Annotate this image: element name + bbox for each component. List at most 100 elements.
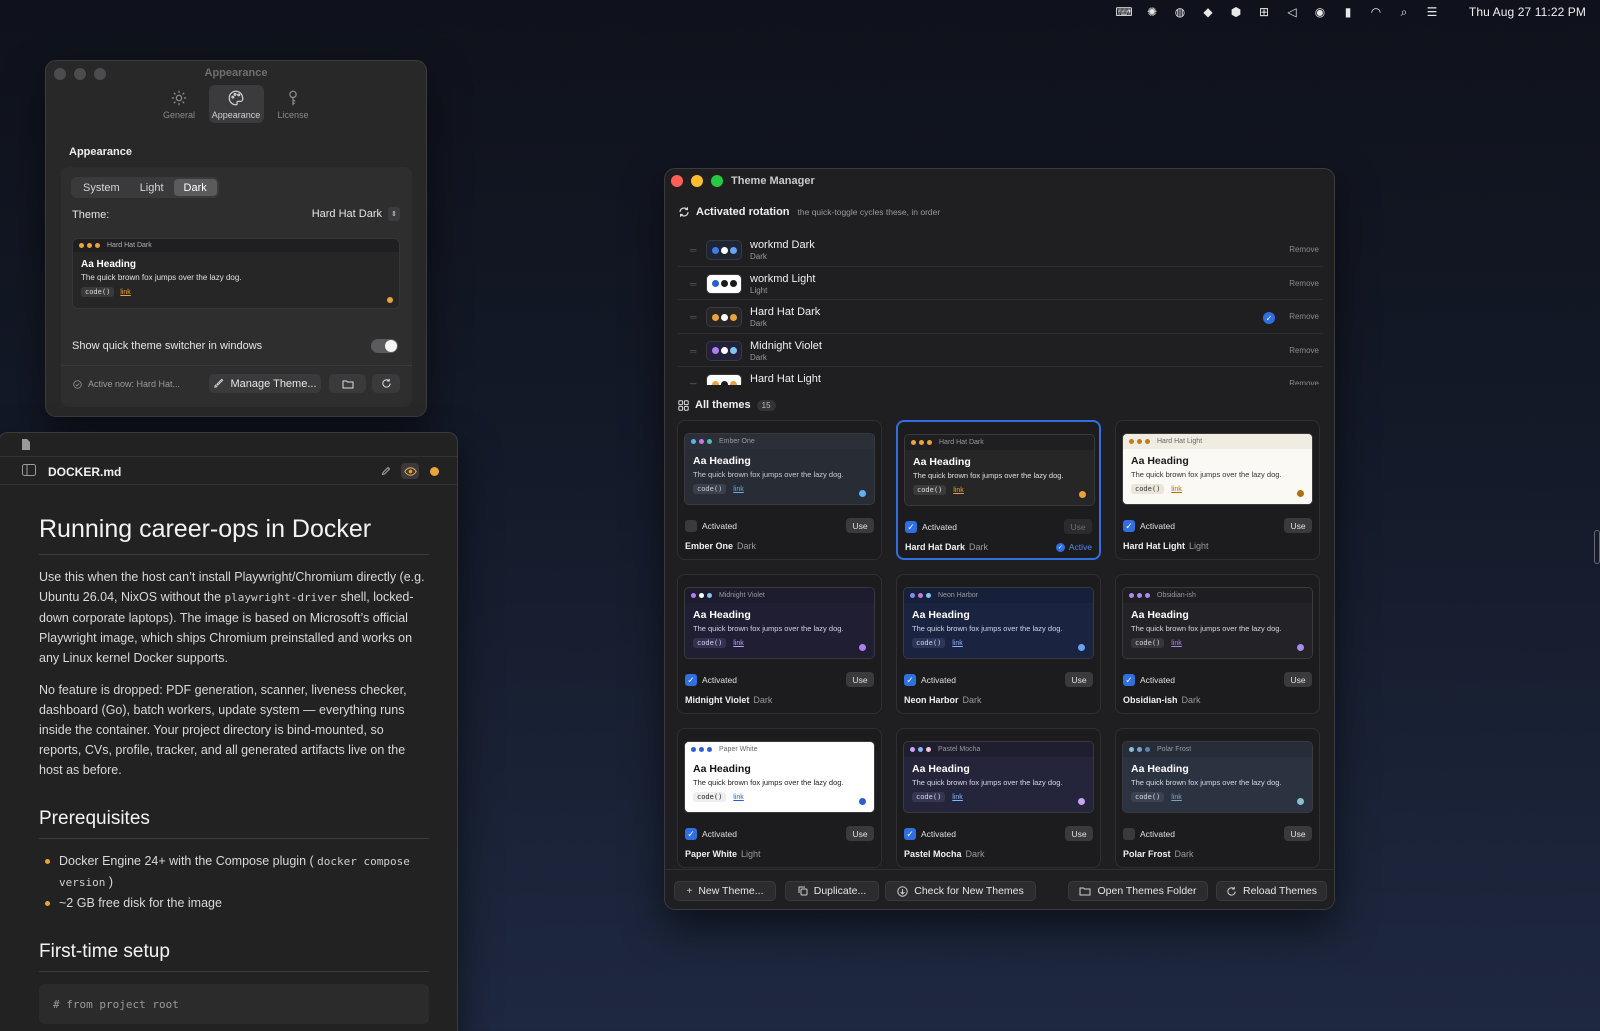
manage-themes-label: Manage Theme... [230, 377, 317, 390]
use-theme-button[interactable]: Use [1065, 672, 1093, 687]
activated-checkbox[interactable]: ✓ [1123, 520, 1135, 532]
theme-card[interactable]: Obsidian-ish Aa Heading The quick brown fo… [1115, 574, 1320, 714]
remove-button[interactable]: Remove [1289, 245, 1319, 254]
activated-checkbox[interactable]: ✓ [685, 674, 697, 686]
megaphone-icon[interactable]: ◁ [1284, 4, 1300, 20]
menu-bar-clock[interactable]: Thu Aug 27 11:22 PM [1469, 5, 1586, 19]
preview-mode-button[interactable] [401, 463, 419, 479]
drag-handle-icon[interactable]: ═ [690, 346, 696, 356]
search-icon[interactable]: ⌕ [1396, 4, 1412, 20]
theme-select[interactable]: Hard Hat Dark ⇕ [312, 207, 400, 221]
reload-themes-button[interactable]: Reload Themes [1216, 881, 1327, 901]
mode-light[interactable]: Light [130, 179, 174, 196]
tab-general[interactable]: General [152, 85, 207, 123]
theme-name: Ember One [685, 541, 734, 551]
user-circle-icon[interactable]: ◉ [1312, 4, 1328, 20]
activated-checkbox[interactable] [1123, 828, 1135, 840]
theme-card[interactable]: Polar Frost Aa Heading The quick brown fox… [1115, 728, 1320, 868]
remove-button[interactable]: Remove [1289, 279, 1319, 288]
menu-bar: ⌨ ✺ ◍ ◆ ⬢ ⊞ ◁ ◉ ▮ ◠ ⌕ ☰ Thu Aug 27 11:22 PM [0, 0, 1600, 24]
theme-card[interactable]: Neon Harbor Aa Heading The quick brown fox… [896, 574, 1101, 714]
mode-system[interactable]: System [73, 179, 130, 196]
mode-dark[interactable]: Dark [173, 179, 217, 196]
brush-icon [214, 378, 224, 388]
preview-dot [918, 747, 923, 752]
bar-chart-icon[interactable]: ▮ [1340, 4, 1356, 20]
theme-card[interactable]: Hard Hat Light Aa Heading The quick brown … [1115, 420, 1320, 560]
use-theme-button[interactable]: Use [846, 518, 874, 533]
activated-checkbox[interactable] [685, 520, 697, 532]
document-icon[interactable] [21, 438, 31, 451]
remove-button[interactable]: Remove [1289, 312, 1319, 321]
network-icon[interactable]: ⊞ [1256, 4, 1272, 20]
duplicate-button[interactable]: Duplicate... [785, 881, 879, 901]
minimize-button[interactable] [691, 175, 703, 187]
preview-heading: Aa Heading [1131, 455, 1189, 467]
check-new-themes-button[interactable]: Check for New Themes [885, 881, 1036, 901]
open-folder-button[interactable] [329, 374, 366, 393]
activated-checkbox[interactable]: ✓ [905, 521, 917, 533]
preview-dot [1129, 593, 1134, 598]
theme-card[interactable]: Hard Hat Dark Aa Heading The quick brown f… [896, 420, 1101, 560]
drag-handle-icon[interactable]: ═ [690, 313, 696, 322]
rotation-row[interactable]: ═ workmd Light Light Remove [678, 267, 1323, 300]
dropbox-icon[interactable]: ◆ [1200, 4, 1216, 20]
tab-appearance[interactable]: Appearance [208, 85, 264, 123]
rotation-row[interactable]: ═ Hard Hat Dark Dark ✓ Remove [678, 300, 1323, 334]
wifi-icon[interactable]: ◠ [1368, 4, 1384, 20]
preview-dot [927, 440, 932, 445]
use-theme-button[interactable]: Use [1064, 519, 1092, 534]
sparkle-icon[interactable]: ✺ [1144, 4, 1160, 20]
quick-switcher-toggle[interactable] [371, 339, 398, 353]
use-theme-button[interactable]: Use [1284, 518, 1312, 533]
activated-checkbox[interactable]: ✓ [1123, 674, 1135, 686]
activated-checkbox[interactable]: ✓ [904, 674, 916, 686]
reload-button[interactable] [372, 374, 400, 393]
use-theme-button[interactable]: Use [1284, 672, 1312, 687]
rotation-row[interactable]: ═ workmd Dark Dark Remove [678, 233, 1323, 267]
use-theme-button[interactable]: Use [1065, 826, 1093, 841]
rotation-row[interactable]: ═ Midnight Violet Dark Remove [678, 334, 1323, 367]
globe-icon[interactable]: ◍ [1172, 4, 1188, 20]
sidebar-toggle-icon[interactable] [22, 464, 36, 476]
remove-button[interactable]: Remove [1289, 346, 1319, 355]
use-theme-button[interactable]: Use [846, 672, 874, 687]
doc-paragraph: Use this when the host can’t install Pla… [39, 567, 429, 668]
edge-scroll-indicator[interactable] [1594, 530, 1600, 564]
close-button[interactable] [671, 175, 683, 187]
use-theme-button[interactable]: Use [1284, 826, 1312, 841]
remove-button[interactable]: Remove [1289, 379, 1319, 385]
preview-code: code() [912, 638, 946, 648]
tab-license[interactable]: License [266, 85, 321, 123]
open-themes-folder-button[interactable]: Open Themes Folder [1068, 881, 1208, 901]
use-theme-button[interactable]: Use [846, 826, 874, 841]
themes-grid[interactable]: Ember One Aa Heading The quick brown fox j… [677, 420, 1325, 868]
theme-card[interactable]: Midnight Violet Aa Heading The quick brown… [677, 574, 882, 714]
preview-code-row: code() link [912, 638, 1085, 648]
theme-card[interactable]: Ember One Aa Heading The quick brown fox j… [677, 420, 882, 560]
theme-mode: Light [741, 849, 761, 859]
theme-card[interactable]: Pastel Mocha Aa Heading The quick brown fo… [896, 728, 1101, 868]
rotation-row[interactable]: ═Hard Hat LightLightRemove [678, 367, 1323, 385]
new-theme-button[interactable]: + New Theme... [674, 881, 776, 901]
drag-handle-icon[interactable]: ═ [690, 246, 696, 255]
terminal-icon[interactable]: ⌨ [1115, 4, 1132, 20]
theme-card[interactable]: Paper White Aa Heading The quick brown fox… [677, 728, 882, 868]
preview-dot [691, 439, 696, 444]
preview-text: The quick brown fox jumps over the lazy … [693, 470, 844, 479]
control-center-icon[interactable]: ☰ [1424, 4, 1440, 20]
activated-checkbox[interactable]: ✓ [904, 828, 916, 840]
preview-dot [95, 243, 100, 248]
drag-handle-icon[interactable]: ═ [690, 380, 696, 386]
preview-code-row: code() link [1131, 484, 1304, 494]
activated-checkbox[interactable]: ✓ [685, 828, 697, 840]
zoom-button[interactable] [711, 175, 723, 187]
theme-mode: Dark [969, 542, 989, 552]
preview-heading: Aa Heading [81, 259, 137, 270]
manage-themes-button[interactable]: Manage Theme... [209, 374, 321, 393]
drag-handle-icon[interactable]: ═ [690, 279, 696, 289]
window-controls [671, 175, 723, 187]
theme-dot-button[interactable] [425, 463, 443, 479]
edit-mode-button[interactable] [377, 463, 395, 479]
box-icon[interactable]: ⬢ [1228, 4, 1244, 20]
